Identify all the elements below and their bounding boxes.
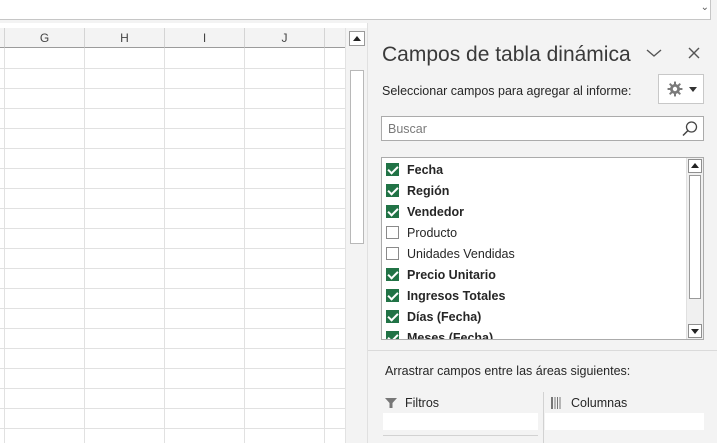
field-item[interactable]: Unidades Vendidas (386, 243, 682, 264)
columns-drop-zone[interactable] (545, 413, 704, 430)
field-checkbox[interactable] (386, 268, 399, 281)
expand-formula-bar-icon[interactable]: ⌄ (701, 2, 709, 13)
field-label: Precio Unitario (407, 267, 496, 282)
gridline (0, 188, 345, 189)
filters-label: Filtros (405, 396, 440, 410)
column-header-i[interactable]: I (165, 28, 245, 48)
gridline (0, 268, 345, 269)
field-label: Región (407, 183, 450, 198)
scroll-thumb[interactable] (689, 175, 701, 299)
filters-area-header: Filtros (385, 395, 439, 411)
gridline (0, 328, 345, 329)
area-separator (543, 392, 544, 443)
gridline (0, 208, 345, 209)
field-checkbox[interactable] (386, 163, 399, 176)
filters-drop-zone[interactable] (383, 413, 538, 430)
field-list-scrollbar[interactable] (686, 158, 703, 339)
formula-bar-area: ⌄ (0, 0, 717, 23)
column-header-partial (325, 28, 345, 48)
scroll-down-button[interactable] (688, 324, 702, 338)
divider (383, 435, 538, 436)
field-checkbox[interactable] (386, 331, 399, 339)
field-item[interactable]: Producto (386, 222, 682, 243)
gear-icon (667, 81, 683, 97)
divider (368, 350, 717, 351)
close-icon (688, 47, 700, 59)
gridline (0, 168, 345, 169)
scroll-up-button[interactable] (688, 159, 702, 173)
field-label: Producto (407, 225, 458, 240)
gridline (0, 308, 345, 309)
search-icon[interactable] (681, 120, 699, 138)
columns-area-header: Columnas (551, 395, 627, 411)
scroll-up-button[interactable] (349, 31, 365, 46)
sheet-vertical-scrollbar[interactable] (345, 28, 367, 443)
field-checkbox[interactable] (386, 184, 399, 197)
field-item[interactable]: Meses (Fecha) (386, 327, 682, 340)
field-label: Fecha (407, 162, 444, 177)
field-label: Unidades Vendidas (407, 246, 515, 261)
field-label: Meses (Fecha) (407, 330, 494, 340)
formula-bar[interactable] (0, 0, 711, 20)
gridline (0, 388, 345, 389)
gridline (0, 428, 345, 429)
gridline (0, 128, 345, 129)
column-header-g[interactable]: G (5, 28, 85, 48)
pane-options-button[interactable] (644, 43, 664, 63)
columns-label: Columnas (571, 396, 628, 410)
chevron-down-icon (646, 49, 662, 57)
filter-icon (385, 398, 397, 408)
gridline (0, 228, 345, 229)
search-box[interactable] (381, 116, 704, 141)
worksheet-grid[interactable]: GHIJ (0, 28, 345, 443)
scroll-thumb[interactable] (350, 70, 364, 244)
close-pane-button[interactable] (684, 43, 704, 63)
gridline (0, 248, 345, 249)
gridline (0, 368, 345, 369)
gridline (0, 148, 345, 149)
field-item[interactable]: Vendedor (386, 201, 682, 222)
column-header-h[interactable]: H (85, 28, 165, 48)
gridline (0, 348, 345, 349)
search-input[interactable] (382, 117, 677, 140)
field-label: Vendedor (407, 204, 464, 219)
field-checkbox[interactable] (386, 205, 399, 218)
gridline (0, 88, 345, 89)
column-header-j[interactable]: J (245, 28, 325, 48)
pivot-fields-pane: Campos de tabla dinámica Seleccionar cam… (367, 23, 717, 443)
field-checkbox[interactable] (386, 226, 399, 239)
field-checkbox[interactable] (386, 310, 399, 323)
areas-title: Arrastrar campos entre las áreas siguien… (385, 364, 631, 378)
field-item[interactable]: Región (386, 180, 682, 201)
gridline (0, 68, 345, 69)
field-label: Ingresos Totales (407, 288, 506, 303)
field-label: Días (Fecha) (407, 309, 482, 324)
tools-button[interactable] (658, 74, 704, 104)
field-checkbox[interactable] (386, 247, 399, 260)
gridline (0, 108, 345, 109)
field-item[interactable]: Ingresos Totales (386, 285, 682, 306)
field-list[interactable]: Fecha Región Vendedor Producto Unidades Vend… (381, 157, 704, 340)
field-checkbox[interactable] (386, 289, 399, 302)
field-item[interactable]: Precio Unitario (386, 264, 682, 285)
pane-title: Campos de tabla dinámica (382, 43, 631, 66)
field-item[interactable]: Días (Fecha) (386, 306, 682, 327)
pane-subtitle: Seleccionar campos para agregar al infor… (382, 84, 632, 98)
columns-icon (551, 397, 561, 409)
field-item[interactable]: Fecha (386, 159, 682, 180)
chevron-down-icon (689, 87, 697, 92)
gridline (0, 288, 345, 289)
gridline (0, 408, 345, 409)
